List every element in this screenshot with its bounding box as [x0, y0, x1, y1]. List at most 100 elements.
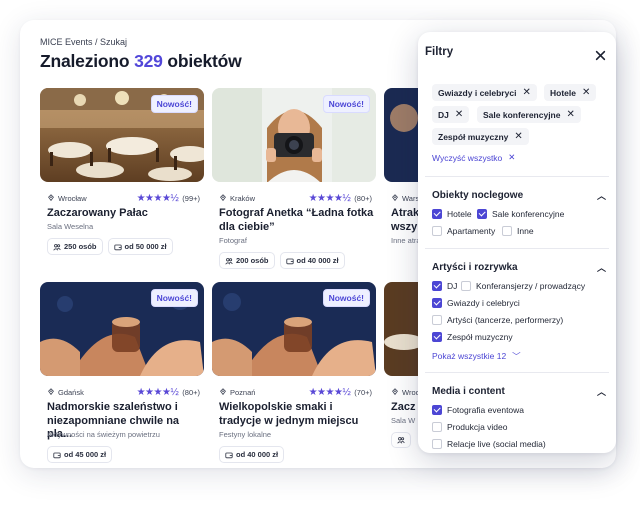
option-label: Apartamenty: [447, 226, 496, 236]
option-label: Hotele: [447, 209, 472, 219]
page-title: Znaleziono 329 obiektów: [40, 51, 242, 72]
listing-title[interactable]: Wielkopolskie smaki i tradycje w jednym …: [219, 401, 374, 428]
price-chip: od 40 000 zł: [219, 446, 285, 463]
results-count: 329: [134, 51, 163, 71]
option-label: Gwiazdy i celebryci: [447, 298, 520, 308]
checkbox[interactable]: [432, 315, 442, 325]
show-all-button[interactable]: Pokaż wszystkie 12 ﹀: [432, 350, 521, 362]
checkbox[interactable]: [432, 332, 442, 342]
option-label: Fotografia eventowa: [447, 405, 525, 415]
listing-meta: Poznań ★★★★½ (70+): [219, 386, 372, 398]
map-pin-icon: [48, 194, 54, 202]
clear-all-label: Wyczyść wszystko: [432, 152, 503, 163]
new-badge: Nowość!: [322, 95, 370, 113]
listing-photo[interactable]: Nowość!: [212, 282, 376, 376]
active-filter-tag: Gwiazdy i celebryci ✕: [432, 84, 537, 101]
checkbox[interactable]: [432, 226, 442, 236]
new-badge: Nowość!: [150, 289, 198, 307]
listing-photo[interactable]: Nowość!: [212, 88, 376, 182]
listing-category: Sala W: [391, 416, 416, 425]
listing-chips: od 45 000 zł: [47, 446, 113, 463]
tag-label: Zespół muzyczny: [438, 131, 509, 142]
map-pin-icon: [220, 194, 226, 202]
listing-meta: Kraków ★★★★½ (80+): [219, 192, 372, 204]
listing-photo[interactable]: Nowość!: [40, 282, 204, 376]
map-pin-icon: [392, 194, 398, 202]
filter-option[interactable]: Gwiazdy i celebryci: [432, 298, 520, 308]
divider: [425, 176, 609, 177]
rating: ★★★★½ (99+): [137, 193, 200, 204]
filter-option[interactable]: Relacje live (social media): [432, 439, 546, 449]
filter-option[interactable]: Produkcja video: [432, 422, 507, 432]
checkbox[interactable]: [502, 226, 512, 236]
checkbox[interactable]: [432, 405, 442, 415]
chevron-up-icon[interactable]: ︿: [597, 189, 606, 202]
city-name: Poznań: [230, 387, 256, 397]
map-pin-icon: [392, 388, 398, 396]
option-label: Konferansjerzy / prowadzący: [476, 281, 586, 291]
divider: [425, 248, 609, 249]
filter-option[interactable]: Sale konferencyjne: [477, 209, 564, 219]
chevron-up-icon[interactable]: ︿: [597, 385, 606, 398]
show-all-label: Pokaż wszystkie 12: [432, 351, 507, 361]
tag-label: Hotele: [550, 87, 576, 98]
location: Kraków: [219, 194, 309, 203]
map-pin-icon: [48, 388, 54, 396]
wallet-icon: [285, 258, 294, 264]
option-label: Zespół muzyczny: [447, 332, 513, 342]
price-chip: od 45 000 zł: [47, 446, 113, 463]
new-badge: Nowość!: [150, 95, 198, 113]
filter-option[interactable]: Zespół muzyczny: [432, 332, 513, 342]
price-chip: od 50 000 zł: [107, 238, 173, 255]
listing-meta: Gdańsk ★★★★½ (80+): [47, 386, 200, 398]
checkbox[interactable]: [432, 209, 442, 219]
filter-option[interactable]: Fotografia eventowa: [432, 405, 524, 415]
capacity-value: 250 osób: [64, 242, 97, 251]
filter-option[interactable]: Konferansjerzy / prowadzący: [461, 281, 585, 291]
option-label: Artyści (tancerze, performerzy): [447, 315, 564, 325]
checkbox[interactable]: [432, 281, 442, 291]
section-header-artists[interactable]: Artyści i rozrywka ︿: [432, 261, 606, 274]
filter-option[interactable]: Apartamenty: [432, 226, 495, 236]
tag-label: Sale konferencyjne: [483, 109, 561, 120]
listing-card[interactable]: Nowość! Kraków ★★★★½ (80+) Fotograf Anet…: [212, 88, 376, 269]
review-count: (70+): [354, 387, 372, 397]
active-filter-tag: DJ ✕: [432, 106, 470, 123]
listing-card[interactable]: Nowość! Poznań ★★★★½ (70+) Wielkopolskie…: [212, 282, 376, 463]
chevron-up-icon[interactable]: ︿: [597, 261, 606, 274]
capacity-value: 200 osób: [236, 256, 269, 265]
remove-tag-icon[interactable]: ✕: [582, 87, 590, 98]
listing-title[interactable]: Fotograf Anetka “Ładna fotka dla ciebie”: [219, 207, 374, 234]
breadcrumb[interactable]: MICE Events / Szukaj: [40, 37, 127, 47]
filter-option[interactable]: Artyści (tancerze, performerzy): [432, 315, 563, 325]
remove-tag-icon[interactable]: ✕: [566, 109, 574, 120]
listing-photo[interactable]: Nowość!: [40, 88, 204, 182]
option-label: Inne: [517, 226, 534, 236]
wallet-icon: [225, 452, 233, 458]
listing-title[interactable]: Zaczarowany Pałac: [47, 207, 202, 221]
filter-option[interactable]: DJ: [432, 281, 457, 291]
option-label: Sale konferencyjne: [492, 209, 565, 219]
listing-card[interactable]: Nowość! Gdańsk ★★★★½ (80+) Nadmorskie sz…: [40, 282, 204, 463]
close-icon[interactable]: [595, 50, 606, 61]
filter-option[interactable]: Inne: [502, 226, 534, 236]
section-header-accommodation[interactable]: Obiekty noclegowe ︿: [432, 189, 606, 202]
remove-tag-icon[interactable]: ✕: [522, 87, 530, 98]
checkbox[interactable]: [432, 422, 442, 432]
clear-all-button[interactable]: Wyczyść wszystko ✕: [432, 152, 515, 163]
section-header-media[interactable]: Media i content ︿: [432, 385, 606, 398]
people-icon: [53, 243, 61, 250]
checkbox[interactable]: [432, 298, 442, 308]
active-filter-tag: Hotele ✕: [544, 84, 597, 101]
checkbox[interactable]: [461, 281, 471, 291]
listing-chips: 250 osób od 50 000 zł: [47, 238, 173, 255]
checkbox[interactable]: [477, 209, 487, 219]
listing-category: Festyny lokalne: [219, 430, 272, 439]
filter-option[interactable]: Hotele: [432, 209, 472, 219]
city-name: Wars: [402, 193, 420, 203]
remove-tag-icon[interactable]: ✕: [514, 131, 522, 142]
remove-tag-icon[interactable]: ✕: [455, 109, 463, 120]
listing-card[interactable]: Nowość! Wrocław ★★★★½ (99+) Zaczarowany …: [40, 88, 204, 268]
rating: ★★★★½ (70+): [309, 387, 372, 398]
checkbox[interactable]: [432, 439, 442, 449]
